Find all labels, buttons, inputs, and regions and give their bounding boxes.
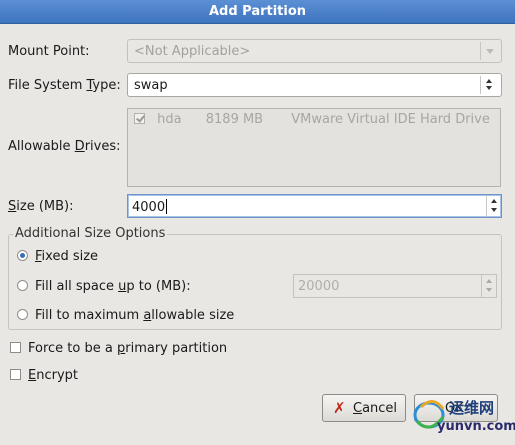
spin-arrows-icon (480, 76, 499, 94)
size-input[interactable]: 4000 (127, 194, 502, 218)
cancel-x-icon: ✗ (333, 399, 346, 417)
primary-partition-checkbox[interactable]: Force to be a primary partition (10, 341, 227, 356)
spin-up-icon[interactable] (486, 279, 492, 283)
drive-model: VMware Virtual IDE Hard Drive (291, 112, 490, 127)
spin-down-icon[interactable] (486, 288, 492, 292)
fill-up-to-input[interactable]: 20000 (293, 274, 497, 298)
mount-point-value: <Not Applicable> (134, 44, 251, 59)
encrypt-checkbox[interactable]: Encrypt (10, 368, 78, 383)
checkbox-icon[interactable] (10, 369, 21, 380)
watermark-logo: 运维网 yunvn.com (409, 395, 515, 437)
fill-up-to-value: 20000 (298, 279, 340, 294)
drives-list[interactable]: hda 8189 MB VMware Virtual IDE Hard Driv… (127, 108, 501, 187)
drive-name: hda (157, 112, 182, 127)
title-bar: Add Partition (0, 0, 515, 24)
radio-icon[interactable] (17, 280, 28, 291)
spin-down-icon[interactable] (491, 208, 497, 212)
watermark-text: yunvn.com (437, 419, 515, 434)
size-value: 4000 (132, 200, 166, 215)
fs-type-value: swap (134, 78, 168, 93)
cancel-button[interactable]: ✗ Cancel (322, 394, 406, 422)
drives-label: Allowable Drives: (8, 139, 121, 154)
drive-size: 8189 MB (205, 112, 264, 127)
dropdown-arrow-icon (480, 42, 499, 60)
radio-checked-icon[interactable] (17, 250, 28, 261)
size-options-title: Additional Size Options (13, 226, 168, 241)
fill-spin-buttons[interactable] (481, 275, 496, 297)
radio-icon[interactable] (17, 309, 28, 320)
window-title: Add Partition (208, 4, 307, 19)
drive-row[interactable]: hda 8189 MB VMware Virtual IDE Hard Driv… (134, 112, 490, 127)
mount-point-combo[interactable]: <Not Applicable> (127, 39, 502, 63)
watermark-brand: 运维网 (449, 399, 495, 417)
size-spin-buttons[interactable] (486, 195, 501, 217)
checkbox-icon[interactable] (10, 342, 21, 353)
fs-type-select[interactable]: swap (127, 73, 502, 97)
drive-checkbox[interactable] (134, 113, 145, 124)
spin-up-icon[interactable] (491, 199, 497, 203)
size-label: Size (MB): (8, 199, 74, 214)
fs-type-label: File System Type: (8, 78, 121, 93)
fill-up-to-radio[interactable]: Fill all space up to (MB): (17, 279, 191, 294)
fixed-size-radio[interactable]: Fixed size (17, 249, 98, 264)
fill-max-radio[interactable]: Fill to maximum allowable size (17, 308, 234, 323)
mount-point-label: Mount Point: (8, 44, 90, 59)
